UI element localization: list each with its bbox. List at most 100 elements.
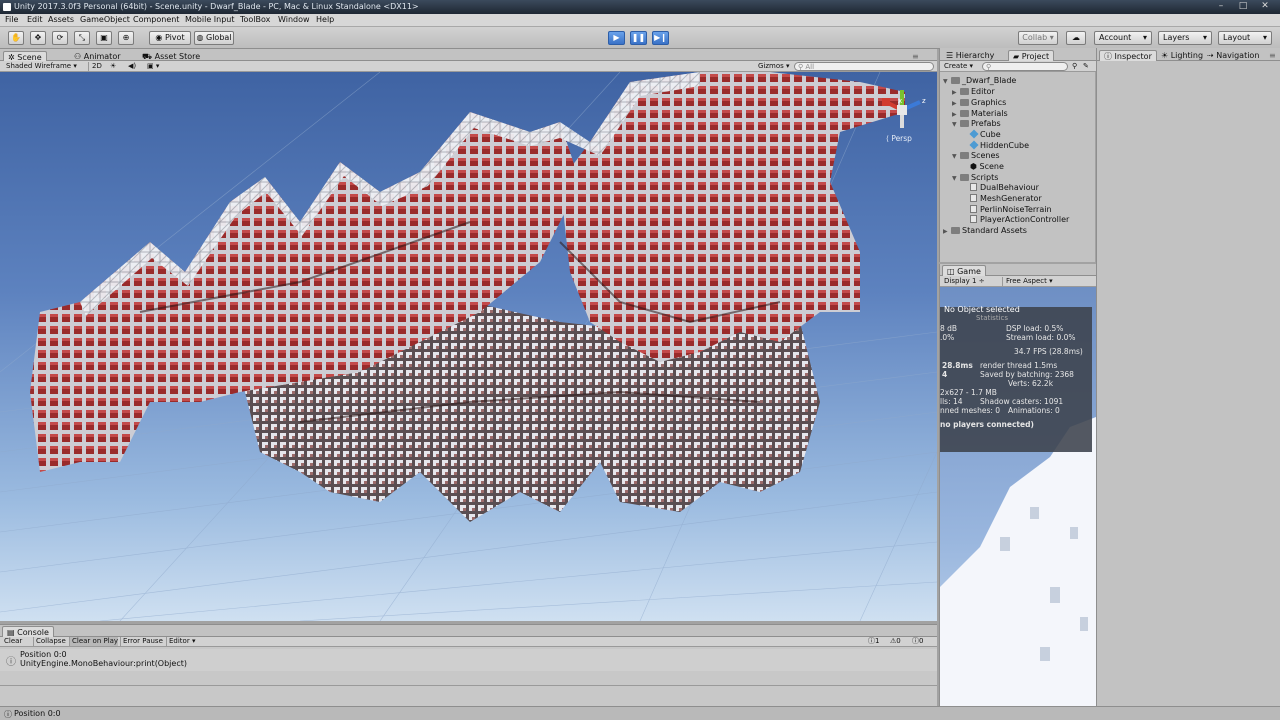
menu-component[interactable]: Component xyxy=(133,15,179,24)
audio-toggle-icon[interactable]: ◀) xyxy=(128,62,136,71)
tree-label: Scene xyxy=(979,162,1004,171)
expand-arrow-icon: ▼ xyxy=(952,121,957,128)
scale-tool-icon[interactable]: ⤡ xyxy=(74,31,90,45)
axis-gizmo-icon xyxy=(882,90,921,128)
tab-lighting[interactable]: ☀ Lighting xyxy=(1157,50,1207,61)
account-dropdown[interactable]: Account ▾ xyxy=(1094,31,1152,45)
rotate-tool-icon[interactable]: ⟳ xyxy=(52,31,68,45)
tree-item-prefabs[interactable]: ▼ Prefabs xyxy=(952,119,1001,128)
perspective-label[interactable]: ⟨ Persp xyxy=(886,134,912,143)
display-dropdown[interactable]: Display 1 ÷ xyxy=(944,277,985,286)
error-count-toggle[interactable]: ⓘ0 xyxy=(912,637,923,646)
menu-file[interactable]: File xyxy=(5,15,18,24)
menu-edit[interactable]: Edit xyxy=(27,15,43,24)
panel-menu-icon[interactable]: ≡ xyxy=(1265,50,1280,61)
hand-tool-icon[interactable]: ✋ xyxy=(8,31,24,45)
scene-search-input[interactable]: ⚲ All xyxy=(794,62,934,71)
tab-navigation[interactable]: ⇢ Navigation xyxy=(1203,50,1263,61)
collapse-arrow-icon: ▶ xyxy=(952,100,957,107)
menu-assets[interactable]: Assets xyxy=(48,15,74,24)
folder-icon xyxy=(951,227,960,234)
filter-label-icon[interactable]: ✎ xyxy=(1083,62,1089,71)
tree-item-perlinnoiseterrain[interactable]: PerlinNoiseTerrain xyxy=(970,205,1052,214)
console-clear-on-play-button[interactable]: Clear on Play xyxy=(69,637,119,646)
2d-toggle[interactable]: 2D xyxy=(88,62,102,71)
filter-type-icon[interactable]: ⚲ xyxy=(1072,62,1077,71)
menu-help[interactable]: Help xyxy=(316,15,334,24)
global-toggle[interactable]: ◍ Global xyxy=(194,31,234,45)
stat-saved-batching: Saved by batching: 2368 xyxy=(980,370,1074,379)
rect-tool-icon[interactable]: ▣ xyxy=(96,31,112,45)
folder-icon xyxy=(960,174,969,181)
tab-project[interactable]: ▰ Project xyxy=(1008,50,1055,61)
tree-label: Scripts xyxy=(971,173,999,182)
stat-shadow-casters: Shadow casters: 1091 xyxy=(980,397,1064,406)
stat-verts: Verts: 62.2k xyxy=(1008,379,1054,388)
tab-hierarchy[interactable]: ☰ Hierarchy xyxy=(942,50,998,61)
play-button[interactable]: ▶ xyxy=(608,31,625,45)
console-editor-dropdown[interactable]: Editor ▾ xyxy=(166,637,195,646)
tree-label: DualBehaviour xyxy=(980,183,1039,192)
project-create-dropdown[interactable]: Create ▾ xyxy=(944,62,973,71)
step-button[interactable]: ▶❙ xyxy=(652,31,669,45)
tree-item-hiddencube[interactable]: HiddenCube xyxy=(969,140,1030,150)
script-icon xyxy=(970,205,977,213)
console-clear-button[interactable]: Clear xyxy=(4,637,22,646)
tree-item-scenes[interactable]: ▼ Scenes xyxy=(952,151,1000,160)
lighting-toggle-icon[interactable]: ☀ xyxy=(110,62,116,71)
transform-tool-icon[interactable]: ⊕ xyxy=(118,31,134,45)
tree-item-scripts[interactable]: ▼ Scripts xyxy=(952,173,998,182)
game-viewport[interactable]: No Object selected Statistics 8 dB DSP l… xyxy=(940,287,1096,706)
menu-toolbox[interactable]: ToolBox xyxy=(240,15,270,24)
layers-dropdown[interactable]: Layers ▾ xyxy=(1158,31,1212,45)
tab-game[interactable]: ◫ Game xyxy=(942,265,986,276)
status-message[interactable]: Position 0:0 xyxy=(14,709,61,718)
tab-console[interactable]: ▤ Console xyxy=(2,626,54,637)
collab-dropdown[interactable]: Collab ▾ xyxy=(1018,31,1058,45)
tree-item-playeractioncontroller[interactable]: PlayerActionController xyxy=(970,215,1069,224)
tree-label: MeshGenerator xyxy=(980,194,1042,203)
log-count-toggle[interactable]: ⓘ1 xyxy=(868,637,879,646)
stat-batches: 4 xyxy=(942,370,948,379)
tree-item-meshgenerator[interactable]: MeshGenerator xyxy=(970,194,1042,203)
aspect-dropdown[interactable]: Free Aspect ▾ xyxy=(1002,277,1053,286)
tree-item-materials[interactable]: ▶ Materials xyxy=(952,109,1008,118)
layers-label: Layers xyxy=(1163,33,1190,42)
tree-item-graphics[interactable]: ▶ Graphics xyxy=(952,98,1006,107)
warning-count-toggle[interactable]: ⚠0 xyxy=(890,637,901,646)
tree-item-cube[interactable]: Cube xyxy=(969,129,1001,139)
tree-label: HiddenCube xyxy=(980,141,1030,150)
scene-tab-strip: ✲ Scene ⚇ Animator ⛟ Asset Store ≡ xyxy=(0,49,937,62)
tree-item-standard-assets[interactable]: ▶ Standard Assets xyxy=(943,226,1027,235)
orientation-gizmo[interactable]: z x xyxy=(872,80,927,140)
gizmos-dropdown[interactable]: Gizmos ▾ xyxy=(758,62,790,71)
menu-window[interactable]: Window xyxy=(278,15,310,24)
project-search-input[interactable]: ⚲ xyxy=(982,62,1068,71)
tree-item-dualbehaviour[interactable]: DualBehaviour xyxy=(970,183,1039,192)
pivot-label: Pivot xyxy=(164,33,185,42)
statistics-title: Statistics xyxy=(976,314,1008,322)
tab-inspector[interactable]: ⓘ Inspector xyxy=(1099,50,1157,61)
cloud-button[interactable]: ☁ xyxy=(1066,31,1086,45)
console-error-pause-button[interactable]: Error Pause xyxy=(120,637,163,646)
close-button[interactable]: ✕ xyxy=(1258,1,1272,12)
menu-bar: File Edit Assets GameObject Component Mo… xyxy=(0,14,1280,27)
menu-gameobject[interactable]: GameObject xyxy=(80,15,130,24)
tab-navigation-label: Navigation xyxy=(1216,51,1260,60)
minimize-button[interactable]: – xyxy=(1214,1,1228,12)
move-tool-icon[interactable]: ✥ xyxy=(30,31,46,45)
layout-dropdown[interactable]: Layout ▾ xyxy=(1218,31,1272,45)
console-entry[interactable]: ⓘ Position 0:0 UnityEngine.MonoBehaviour… xyxy=(0,649,937,671)
tree-item-scene[interactable]: ⬢ Scene xyxy=(970,162,1004,171)
menu-mobile-input[interactable]: Mobile Input xyxy=(185,15,235,24)
maximize-button[interactable]: □ xyxy=(1236,1,1250,12)
tree-item-editor[interactable]: ▶ Editor xyxy=(952,87,995,96)
tree-item-dwarf-blade[interactable]: ▼ _Dwarf_Blade xyxy=(943,76,1016,85)
shading-mode-dropdown[interactable]: Shaded Wireframe ▾ xyxy=(6,62,82,71)
console-collapse-button[interactable]: Collapse xyxy=(33,637,66,646)
scene-viewport[interactable]: z x ⟨ Persp xyxy=(0,72,937,621)
layout-label: Layout xyxy=(1223,33,1251,42)
effects-toggle-icon[interactable]: ▣ ▾ xyxy=(147,62,159,71)
pivot-toggle[interactable]: ◉ Pivot xyxy=(149,31,191,45)
pause-button[interactable]: ❚❚ xyxy=(630,31,647,45)
